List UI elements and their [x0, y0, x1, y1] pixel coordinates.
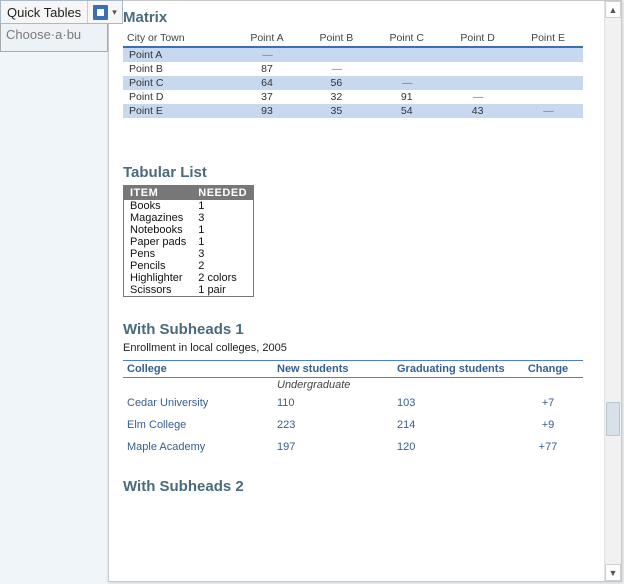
scroll-up-button[interactable]: ▲: [605, 1, 621, 18]
subheads-header: New students: [273, 361, 393, 378]
table-row: Point E 93 35 54 43 —: [123, 104, 583, 118]
gallery-content: Matrix City or Town Point A Point B Poin…: [109, 1, 604, 581]
table-row: Maple Academy 197 120 +77: [123, 436, 583, 458]
section-title-subheads1: With Subheads 1: [123, 321, 594, 338]
scroll-track[interactable]: [605, 18, 621, 564]
section-title-subheads2: With Subheads 2: [123, 478, 594, 495]
table-row: Cedar University 110 103 +7: [123, 392, 583, 414]
quick-tables-toolbar: Quick Tables ▾: [0, 0, 123, 24]
matrix-header: Point A: [233, 30, 302, 47]
table-row: Scissors1 pair: [124, 284, 254, 297]
table-row: Notebooks1: [124, 224, 254, 236]
tabular-header: ITEM: [124, 186, 193, 201]
gallery-scrollbar[interactable]: ▲ ▼: [604, 1, 621, 581]
scroll-thumb[interactable]: [606, 402, 620, 436]
table-row: Pencils2: [124, 260, 254, 272]
table-row: Books1: [124, 200, 254, 212]
section-title-matrix: Matrix: [123, 9, 594, 26]
scroll-down-button[interactable]: ▼: [605, 564, 621, 581]
section-title-tabular: Tabular List: [123, 164, 594, 181]
document-placeholder: Choose·a·bu: [0, 24, 108, 52]
chevron-down-icon: ▾: [112, 7, 117, 18]
quick-tables-dropdown[interactable]: ▾: [88, 1, 122, 23]
table-row: Elm College 223 214 +9: [123, 414, 583, 436]
table-row: Pens3: [124, 248, 254, 260]
subheads-header: College: [123, 361, 273, 378]
matrix-header: Point B: [301, 30, 371, 47]
table-row: Point C 64 56 —: [123, 76, 583, 90]
subheads-header: Change: [513, 361, 583, 378]
table-row: Point D 37 32 91 —: [123, 90, 583, 104]
subheads1-caption: Enrollment in local colleges, 2005: [123, 342, 594, 354]
quick-tables-button[interactable]: Quick Tables: [1, 1, 88, 23]
table-row: Highlighter2 colors: [124, 272, 254, 284]
table-row: Point B 87 —: [123, 62, 583, 76]
table-row: Point A —: [123, 47, 583, 62]
tabular-header: NEEDED: [192, 186, 253, 201]
matrix-header: Point C: [371, 30, 442, 47]
quick-tables-gallery: Matrix City or Town Point A Point B Poin…: [108, 0, 622, 582]
table-icon: [93, 5, 108, 20]
table-row: Paper pads1: [124, 236, 254, 248]
table-row: Magazines3: [124, 212, 254, 224]
matrix-header: Point E: [513, 30, 583, 47]
matrix-header: Point D: [442, 30, 513, 47]
subgroup-row: Undergraduate: [123, 378, 583, 393]
subheads-header: Graduating students: [393, 361, 513, 378]
subheads1-table[interactable]: College New students Graduating students…: [123, 360, 583, 458]
tabular-list-table[interactable]: ITEM NEEDED Books1 Magazines3 Notebooks1…: [123, 185, 254, 297]
matrix-header: City or Town: [123, 30, 233, 47]
matrix-table[interactable]: City or Town Point A Point B Point C Poi…: [123, 30, 583, 118]
